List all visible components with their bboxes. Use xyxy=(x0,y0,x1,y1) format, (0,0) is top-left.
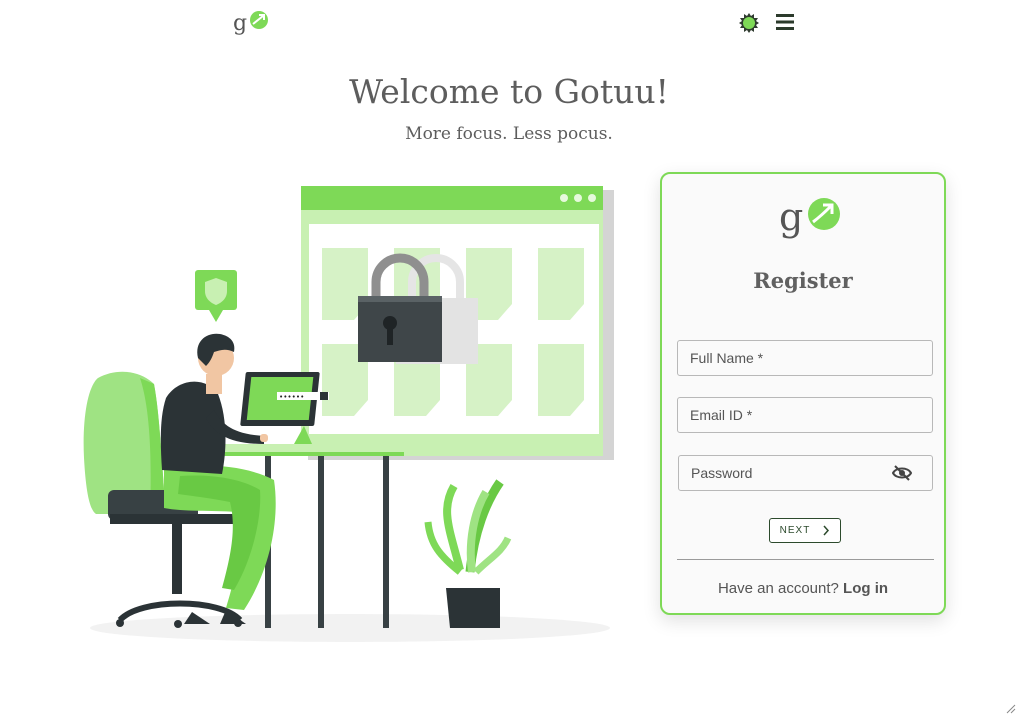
have-account-line: Have an account? Log in xyxy=(662,580,944,597)
resize-handle-icon[interactable] xyxy=(1006,704,1016,714)
page-title: Welcome to Gotuu! xyxy=(349,72,669,111)
register-title: Register xyxy=(753,268,853,293)
have-account-text: Have an account? xyxy=(717,580,839,597)
next-button-label: NEXT xyxy=(779,525,811,536)
settings-badge-icon[interactable] xyxy=(738,12,760,34)
svg-text:g: g xyxy=(233,11,247,36)
person-at-desk-security-illustration: •••••• xyxy=(83,186,614,642)
full-name-input[interactable] xyxy=(677,340,933,376)
eye-off-icon[interactable] xyxy=(892,464,912,482)
gotuu-logo-icon[interactable]: g xyxy=(232,8,272,36)
hamburger-menu-icon[interactable] xyxy=(774,12,796,32)
divider xyxy=(677,559,934,560)
login-link[interactable]: Log in xyxy=(843,580,888,597)
gotuu-logo-icon: g xyxy=(779,195,840,239)
svg-text:g: g xyxy=(779,195,803,239)
email-input[interactable] xyxy=(677,397,933,433)
laptop-password-dots: •••••• xyxy=(279,393,304,401)
page-subtitle: More focus. Less pocus. xyxy=(405,124,613,144)
chevron-right-icon xyxy=(823,525,830,536)
register-card: g Register NEXT Have an account? Log in xyxy=(660,172,946,615)
next-button[interactable]: NEXT xyxy=(769,518,841,543)
